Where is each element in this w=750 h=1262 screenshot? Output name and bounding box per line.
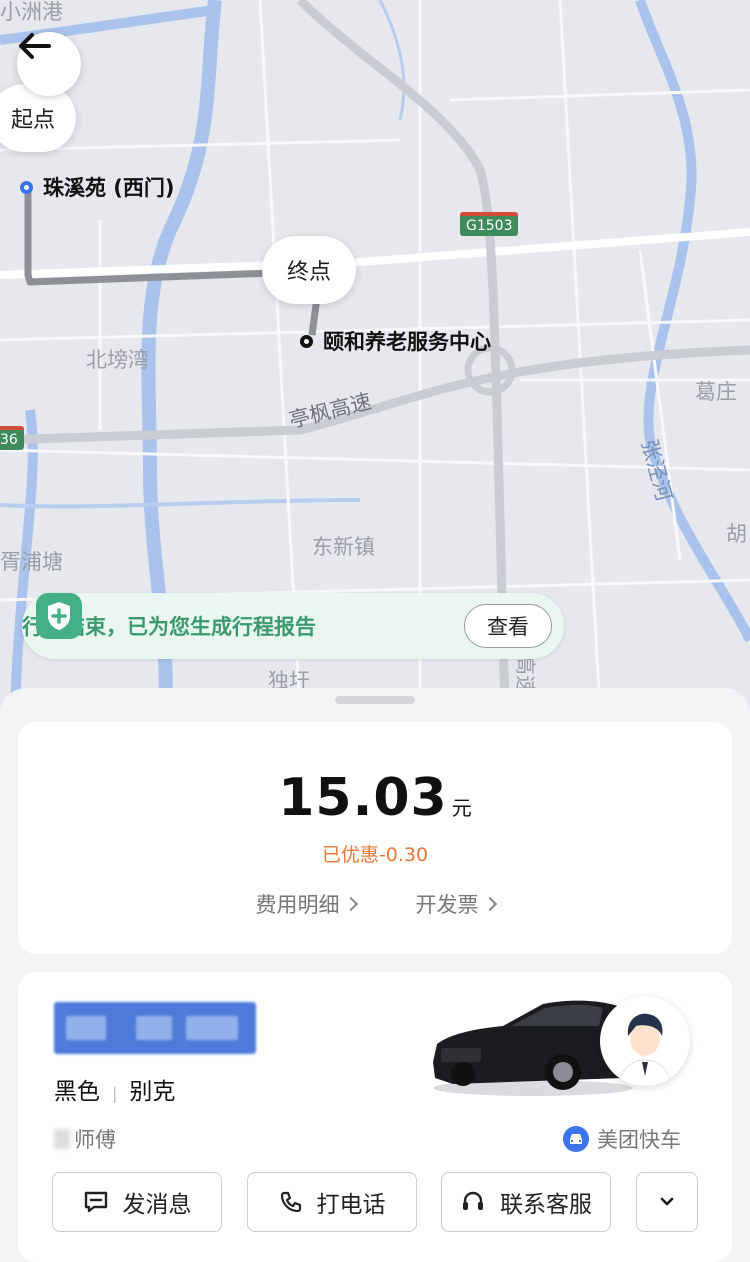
end-marker-label: 终点 (286, 260, 331, 285)
call-button[interactable]: 打电话 (247, 1172, 417, 1232)
driver-title: 师傅 (74, 1128, 116, 1152)
end-dot-icon (300, 334, 313, 348)
trip-map[interactable]: 小洲港 北塝湾 葛庄 胡 胥浦塘 东新镇 独圩 高速 张泾河 亭枫高速 G150… (0, 0, 750, 710)
call-label: 打电话 (316, 1192, 386, 1218)
discount-text: 已优惠-0.30 (321, 844, 429, 866)
start-poi[interactable]: 珠溪苑 (西门) (20, 172, 175, 202)
more-actions-button[interactable] (636, 1172, 698, 1232)
chevron-down-icon (660, 1197, 674, 1206)
map-label: 小洲港 (0, 0, 63, 24)
fare-unit: 元 (451, 796, 472, 820)
start-poi-label: 珠溪苑 (西门) (43, 176, 175, 200)
fare-amount: 15.03 (278, 768, 448, 828)
send-message-button[interactable]: 发消息 (52, 1172, 222, 1232)
driver-avatar[interactable] (600, 996, 690, 1086)
map-label: 胡 (726, 522, 747, 546)
back-button[interactable] (17, 32, 81, 96)
contact-support-button[interactable]: 联系客服 (441, 1172, 611, 1232)
headset-icon (463, 1191, 483, 1210)
blurred-surname (54, 1129, 70, 1149)
view-report-label: 查看 (487, 615, 529, 639)
sheet-drag-handle[interactable] (335, 696, 415, 704)
invoice-link[interactable]: 开发票 (415, 889, 497, 919)
message-icon (84, 1191, 107, 1213)
trip-report-banner[interactable]: 行程结束，已为您生成行程报告 查看 (22, 593, 564, 659)
back-arrow-icon (19, 33, 51, 59)
end-poi-label: 颐和养老服务中心 (323, 330, 491, 354)
map-label: 东新镇 (312, 535, 375, 559)
car-color: 黑色 (54, 1079, 100, 1105)
fare-card: 15.03 元 已优惠-0.30 费用明细 开发票 (18, 722, 732, 954)
fare-links: 费用明细 开发票 (18, 889, 732, 919)
divider: | (112, 1084, 118, 1103)
start-dot-icon (20, 180, 33, 194)
service-type: 美团快车 (563, 1124, 681, 1154)
phone-icon (280, 1191, 301, 1213)
start-marker-label: 起点 (10, 108, 55, 133)
chevron-right-icon (482, 896, 497, 912)
trip-report-text: 行程结束，已为您生成行程报告 (22, 615, 316, 639)
end-poi[interactable]: 颐和养老服务中心 (300, 326, 491, 356)
map-label: 北塝湾 (86, 348, 149, 372)
driver-name: 师傅 (54, 1124, 116, 1154)
invoice-label: 开发票 (415, 893, 479, 917)
fare-detail-label: 费用明细 (255, 893, 340, 917)
map-label: 葛庄 (695, 380, 737, 404)
car-info: 黑色 | 别克 (54, 1072, 175, 1106)
service-label: 美团快车 (597, 1128, 681, 1152)
end-marker[interactable]: 终点 (262, 236, 356, 304)
send-message-label: 发消息 (122, 1192, 192, 1218)
license-plate (54, 1002, 256, 1054)
contact-support-label: 联系客服 (500, 1192, 592, 1218)
road-shield: 36 (0, 426, 24, 450)
car-brand: 别克 (129, 1079, 176, 1105)
shield-plus-icon (36, 593, 82, 639)
chevron-right-icon (343, 896, 358, 912)
avatar-icon (617, 1013, 673, 1086)
car-icon (563, 1126, 589, 1152)
map-label: 胥浦塘 (0, 550, 63, 574)
road-shield: G1503 (460, 212, 519, 236)
fare-amount-row: 15.03 元 (18, 768, 732, 828)
view-report-button[interactable]: 查看 (464, 604, 552, 648)
fare-detail-link[interactable]: 费用明细 (255, 889, 358, 919)
